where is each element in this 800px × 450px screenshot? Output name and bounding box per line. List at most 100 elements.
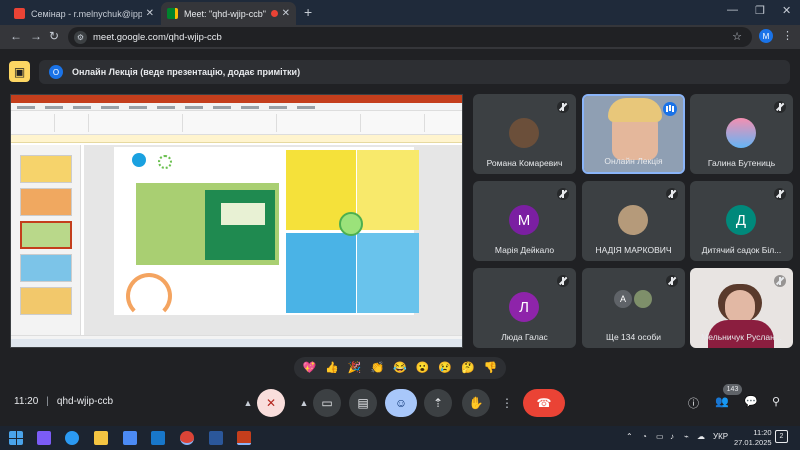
mic-off-icon bbox=[666, 188, 678, 200]
mic-off-icon bbox=[774, 188, 786, 200]
heart-reaction[interactable]: 💖 bbox=[302, 362, 316, 374]
more-participants-tile[interactable]: А Ще 134 особи bbox=[582, 268, 685, 348]
logo bbox=[132, 153, 146, 167]
participant-tile[interactable]: НАДІЯ МАРКОВИЧ bbox=[582, 181, 685, 261]
forward-icon[interactable]: → bbox=[30, 29, 42, 43]
chrome-icon[interactable] bbox=[180, 431, 194, 445]
tray-chevron-icon[interactable]: ⌃ bbox=[626, 432, 633, 441]
participant-photo bbox=[634, 290, 652, 308]
participant-tile[interactable]: М Марія Дейкало bbox=[473, 181, 576, 261]
camera-button[interactable]: ▭ bbox=[313, 389, 341, 417]
decorative-arc bbox=[126, 273, 172, 319]
slide-thumbnail[interactable] bbox=[20, 188, 72, 216]
close-window-icon[interactable]: ✕ bbox=[782, 4, 791, 17]
slide-thumbnail[interactable] bbox=[20, 155, 72, 183]
participant-name: Романа Комаревич bbox=[486, 158, 563, 168]
participant-avatar: Д bbox=[726, 205, 756, 235]
slide-thumbnail[interactable] bbox=[20, 254, 72, 282]
bookmark-star-icon[interactable]: ☆ bbox=[732, 30, 742, 43]
copilot-icon[interactable] bbox=[37, 431, 51, 445]
surprised-reaction[interactable]: 😮 bbox=[416, 362, 430, 374]
sad-reaction[interactable]: 😢 bbox=[438, 362, 452, 374]
book-cover bbox=[286, 233, 356, 313]
participant-name: Мельничук Руслан... bbox=[701, 332, 782, 342]
slide-thumbnail[interactable] bbox=[20, 287, 72, 315]
windows-start-icon[interactable] bbox=[9, 431, 23, 445]
mic-off-icon bbox=[557, 188, 569, 200]
participant-name: Галина Бутениць bbox=[707, 158, 776, 168]
tab-meet[interactable]: Meet: "qhd-wjip-ccb" ✕ bbox=[161, 2, 296, 25]
browser-tab-strip: Семінар - r.melnychuk@ippo... ✕ Meet: "q… bbox=[0, 0, 800, 25]
party-reaction[interactable]: 🎉 bbox=[348, 362, 362, 374]
video-options-chevron-icon[interactable]: ▲ bbox=[296, 389, 312, 417]
thinking-reaction[interactable]: 🤔 bbox=[461, 362, 475, 374]
presentation-icon[interactable]: ▣ bbox=[9, 61, 30, 82]
captions-button[interactable]: ▤ bbox=[349, 389, 377, 417]
store-icon[interactable] bbox=[123, 431, 137, 445]
laugh-reaction[interactable]: 😂 bbox=[393, 362, 407, 374]
meeting-code: qhd-wjip-ccb bbox=[56, 396, 114, 407]
reactions-bar: 💖 👍 🎉 👏 😂 😮 😢 🤔 👎 bbox=[294, 357, 506, 379]
participant-tile[interactable]: Д Дитячий садок Біл... bbox=[690, 181, 793, 261]
meet-icon bbox=[167, 8, 178, 19]
participant-tile[interactable]: Онлайн Лекція bbox=[582, 94, 685, 174]
site-info-icon[interactable]: ⚙ bbox=[74, 30, 87, 44]
people-count-badge: 143 bbox=[723, 384, 742, 395]
notification-center-icon[interactable]: 2 bbox=[775, 430, 788, 443]
mail-icon[interactable] bbox=[151, 431, 165, 445]
mic-off-button[interactable]: ✕ bbox=[257, 389, 285, 417]
volume-icon[interactable]: ♪ bbox=[670, 432, 674, 441]
restore-icon[interactable]: ❐ bbox=[755, 4, 765, 17]
presenter-banner-text: Онлайн Лекція (веде презентацію, додає п… bbox=[72, 67, 301, 77]
audio-options-chevron-icon[interactable]: ▲ bbox=[240, 389, 256, 417]
file-explorer-icon[interactable] bbox=[94, 431, 108, 445]
book-cover bbox=[357, 150, 419, 230]
leave-call-button[interactable]: ☎ bbox=[523, 389, 565, 417]
current-slide bbox=[114, 147, 419, 319]
cloud-icon[interactable]: ☁ bbox=[697, 432, 705, 441]
mic-off-icon bbox=[774, 101, 786, 113]
powerpoint-icon[interactable] bbox=[237, 431, 251, 445]
edge-icon[interactable] bbox=[65, 431, 79, 445]
new-tab-icon[interactable]: + bbox=[304, 4, 312, 20]
presenter-avatar: О bbox=[49, 65, 63, 79]
slide-thumbnails bbox=[11, 145, 81, 335]
raise-hand-button[interactable]: ✋ bbox=[462, 389, 490, 417]
close-tab-icon[interactable]: ✕ bbox=[282, 8, 290, 19]
activities-icon[interactable]: ⚲ bbox=[772, 395, 780, 408]
meeting-details-icon[interactable]: ⓘ bbox=[688, 395, 699, 411]
close-tab-icon[interactable]: ✕ bbox=[146, 8, 154, 19]
powerpoint-menubar bbox=[11, 103, 462, 111]
minimize-icon[interactable]: — bbox=[727, 4, 738, 16]
participant-tile[interactable]: Романа Комаревич bbox=[473, 94, 576, 174]
thumbs-up-reaction[interactable]: 👍 bbox=[325, 362, 339, 374]
participant-tile[interactable]: Л Люда Галас bbox=[473, 268, 576, 348]
wifi-icon[interactable]: ◔ bbox=[642, 432, 647, 441]
thumbs-down-reaction[interactable]: 👎 bbox=[484, 362, 498, 374]
present-screen-button[interactable]: ⇡ bbox=[424, 389, 452, 417]
lightbulb-image bbox=[339, 212, 363, 236]
people-icon[interactable]: 👥 bbox=[715, 395, 729, 408]
address-bar[interactable]: ⚙ meet.google.com/qhd-wjip-ccb ☆ bbox=[68, 27, 752, 47]
more-options-icon[interactable]: ⋮ bbox=[499, 389, 515, 417]
separator: | bbox=[46, 396, 49, 407]
participant-avatar: М bbox=[509, 205, 539, 235]
participant-tile[interactable]: Галина Бутениць bbox=[690, 94, 793, 174]
browser-menu-icon[interactable]: ⋮ bbox=[782, 29, 793, 42]
system-clock[interactable]: 11:20 27.01.2025 bbox=[734, 428, 772, 448]
book-cover bbox=[136, 183, 279, 265]
participant-tile[interactable]: Мельничук Руслан... bbox=[690, 268, 793, 348]
back-icon[interactable]: ← bbox=[10, 29, 22, 43]
profile-avatar[interactable]: M bbox=[759, 29, 773, 43]
battery-icon[interactable]: ▭ bbox=[656, 432, 664, 441]
slide-thumbnail[interactable] bbox=[20, 221, 72, 249]
clap-reaction[interactable]: 👏 bbox=[370, 362, 384, 374]
reactions-button[interactable]: ☺ bbox=[385, 389, 417, 417]
shared-taskbar bbox=[11, 339, 462, 347]
language-indicator[interactable]: УКР bbox=[713, 432, 728, 441]
tab-seminar[interactable]: Семінар - r.melnychuk@ippo... ✕ bbox=[8, 2, 160, 25]
network-icon[interactable]: ⌁ bbox=[684, 432, 689, 441]
chat-icon[interactable]: 💬 bbox=[744, 395, 758, 408]
reload-icon[interactable]: ↻ bbox=[49, 29, 59, 43]
word-icon[interactable] bbox=[209, 431, 223, 445]
